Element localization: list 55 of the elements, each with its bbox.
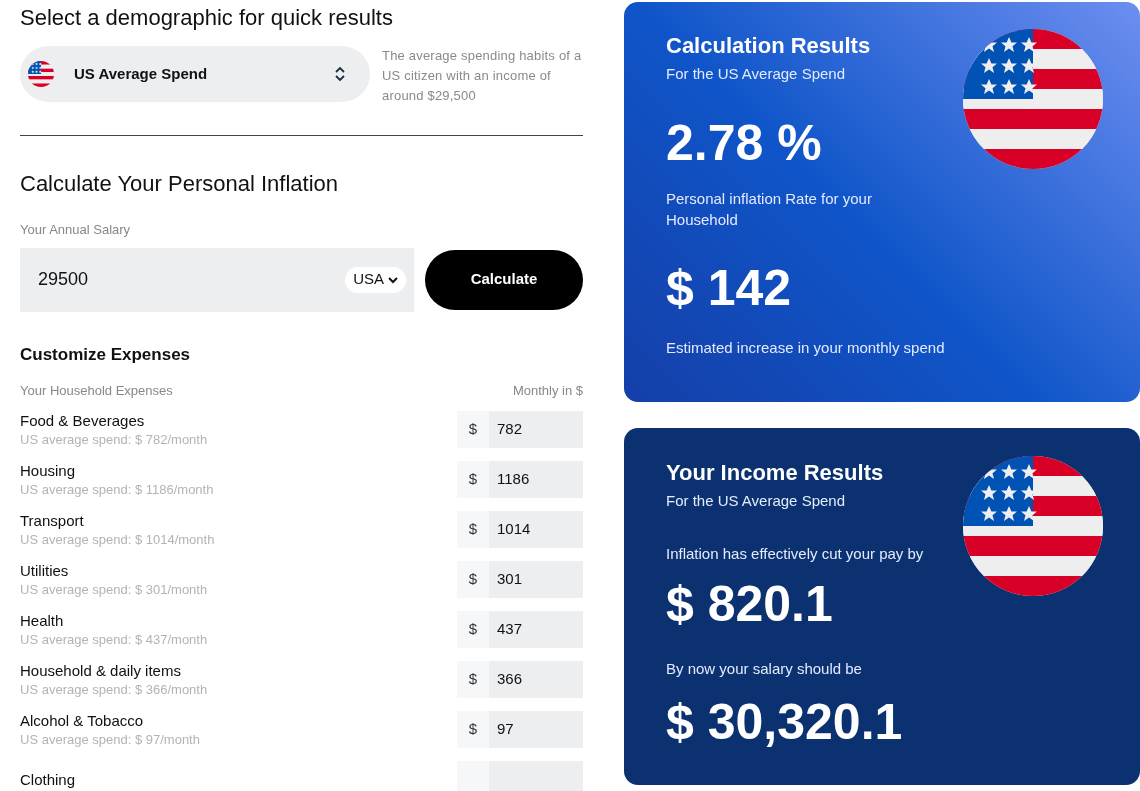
card-title: Your Income Results [666,459,885,487]
currency-select[interactable]: USA [345,266,406,293]
expense-name: Housing [20,460,77,481]
currency-prefix: $ [457,711,489,748]
pay-cut-caption: Inflation has effectively cut your pay by [666,543,924,564]
expense-hint: US average spend: $ 366/month [20,680,208,699]
demographic-description: The average spending habits of a US citizen with an income of around $29,500 [382,47,582,105]
expense-hint: US average spend: $ 437/month [20,630,208,649]
currency-prefix: $ [457,411,489,448]
expense-input[interactable]: 437 [489,611,583,648]
demographic-select[interactable]: US Average Spend [20,46,370,102]
card-title: Calculation Results [666,32,872,60]
increase-caption: Estimated increase in your monthly spend [666,337,945,358]
expense-name: Utilities [20,560,70,581]
expense-hint: US average spend: $ 97/month [20,730,200,749]
currency-prefix: $ [457,511,489,548]
expense-input[interactable]: 301 [489,561,583,598]
chevron-down-icon [388,275,398,284]
expense-input[interactable]: 1014 [489,511,583,548]
expense-input[interactable]: 97 [489,711,583,748]
expense-name: Health [20,610,65,631]
card-subtitle: For the US Average Spend [666,64,846,84]
currency-prefix: $ [457,661,489,698]
section-heading: Calculate Your Personal Inflation [20,173,339,195]
card-subtitle: For the US Average Spend [666,491,846,511]
inflation-rate: 2.78 % [666,117,823,168]
expense-input[interactable]: 366 [489,661,583,698]
salary-input[interactable]: 29500 USA [20,247,414,312]
field-label: Your Annual Salary [20,221,132,239]
section-heading: Customize Expenses [20,343,192,366]
pay-cut-amount: $ 820.1 [666,579,834,629]
expense-name: Household & daily items [20,660,182,681]
expense-name: Transport [20,510,85,531]
expense-name: Alcohol & Tobacco [20,710,145,731]
calculate-button[interactable]: Calculate [425,249,583,310]
expense-hint: US average spend: $ 1014/month [20,530,215,549]
expense-hint: US average spend: $ 301/month [20,580,208,599]
column-header: Monthly in $ [512,382,583,400]
expense-name: Food & Beverages [20,410,146,431]
currency-prefix: $ [457,461,489,498]
section-heading: Select a demographic for quick results [20,7,394,29]
expense-input[interactable]: 1186 [489,461,583,498]
up-down-chevron-icon [334,65,346,83]
currency-prefix: $ [457,561,489,598]
expense-hint: US average spend: $ 1186/month [20,480,214,499]
expense-name: Clothing [20,769,76,790]
expense-hint: US average spend: $ 782/month [20,430,208,449]
flag-icon [28,61,54,87]
rate-caption: Personal inflation Rate for your Household [666,188,873,230]
expense-input[interactable]: 782 [489,411,583,448]
salary-caption: By now your salary should be [666,659,863,679]
currency-prefix: $ [457,611,489,648]
increase-amount: $ 142 [666,262,793,313]
adjusted-salary: $ 30,320.1 [666,696,904,747]
column-header: Your Household Expenses [20,382,173,400]
